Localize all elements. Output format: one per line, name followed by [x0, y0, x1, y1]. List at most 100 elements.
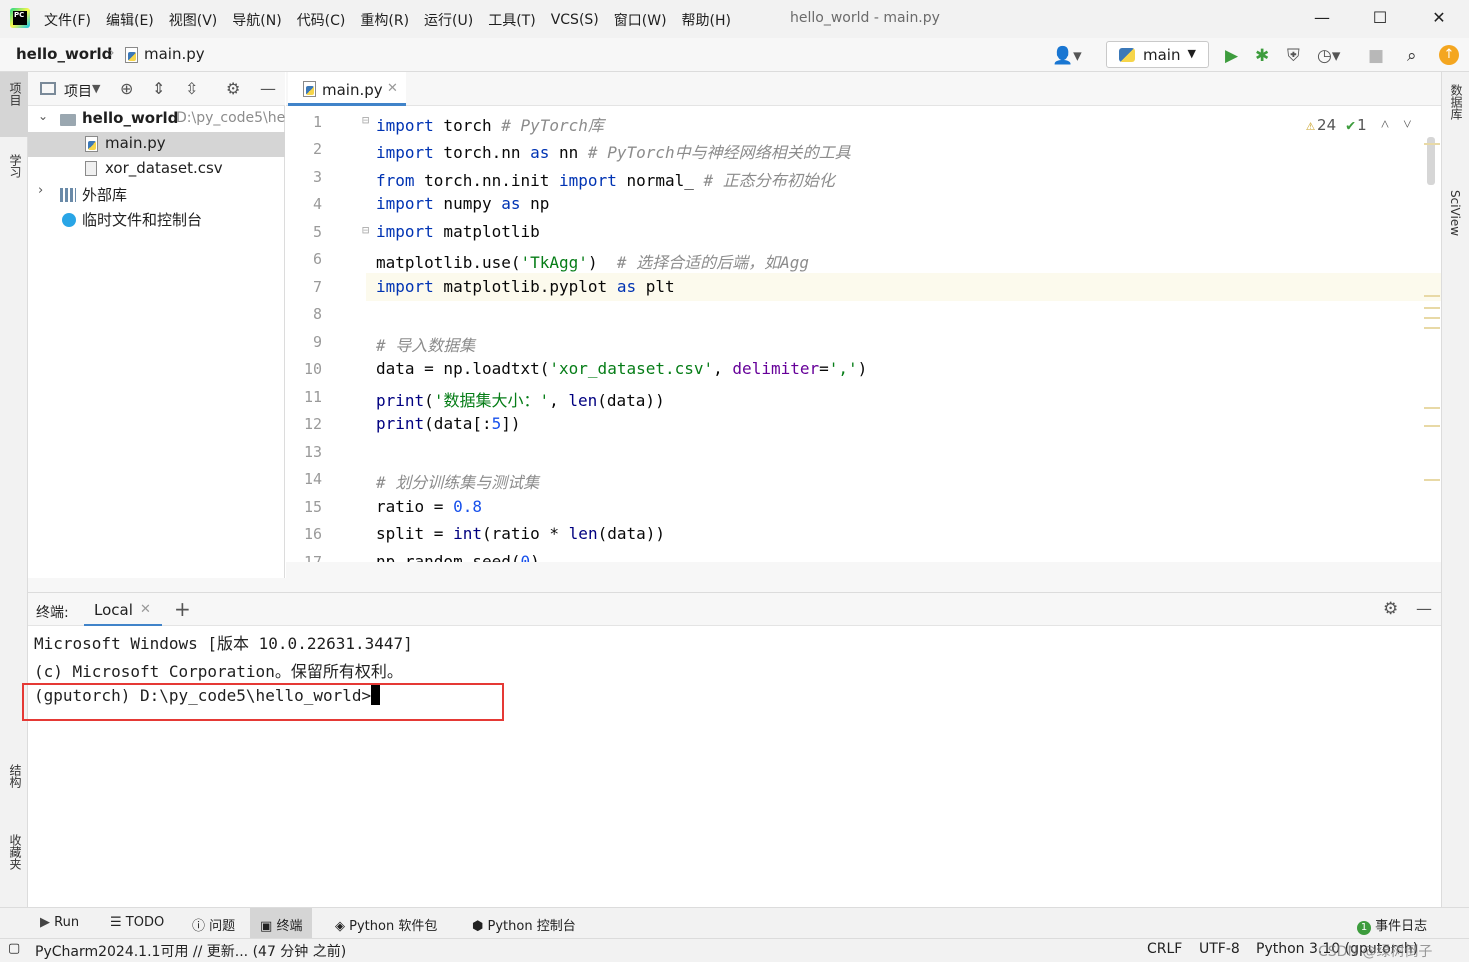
- run-icon[interactable]: ▶: [1225, 46, 1238, 66]
- code-line-17: np.random.seed(0): [376, 552, 540, 562]
- stop-icon[interactable]: ■: [1368, 46, 1384, 66]
- stripe-favorites[interactable]: 收藏夹: [7, 834, 24, 870]
- breadcrumb-project[interactable]: hello_world: [16, 45, 112, 63]
- maximize-button[interactable]: ☐: [1370, 8, 1390, 28]
- search-icon[interactable]: ⌕: [1407, 46, 1417, 66]
- tool-problems-label: 问题: [209, 919, 236, 934]
- project-view-selector[interactable]: 项目: [64, 81, 92, 101]
- tree-item-path: D:\py_code5\he: [176, 110, 285, 126]
- tree-item-scratches[interactable]: 临时文件和控制台: [28, 207, 285, 232]
- line-number: 11: [303, 388, 322, 406]
- menu-window[interactable]: 窗口(W): [614, 10, 667, 30]
- debug-icon[interactable]: ✱: [1255, 46, 1269, 66]
- stripe-structure[interactable]: 结构: [7, 764, 24, 788]
- collapse-all-icon[interactable]: ⇳: [185, 79, 198, 98]
- gear-icon[interactable]: ⚙: [1383, 599, 1398, 619]
- menu-refactor[interactable]: 重构(R): [360, 10, 409, 30]
- user-icon[interactable]: 👤▾: [1052, 46, 1082, 66]
- tool-todo[interactable]: ☰ TODO: [110, 915, 164, 930]
- terminal-title: 终端:: [36, 605, 69, 621]
- chevron-down-icon[interactable]: ˅: [1403, 115, 1411, 134]
- tab-main-py[interactable]: main.py ✕: [288, 72, 406, 106]
- minimize-button[interactable]: —: [1312, 8, 1332, 28]
- tool-python-console-label: Python 控制台: [487, 919, 576, 934]
- tree-item-label: 临时文件和控制台: [82, 211, 203, 229]
- code-line-7: import matplotlib.pyplot as plt: [376, 277, 675, 296]
- update-icon[interactable]: ↑: [1439, 45, 1459, 65]
- fold-icon[interactable]: ⊟: [362, 223, 369, 237]
- locate-icon[interactable]: ⊕: [120, 79, 133, 98]
- code-line-10: data = np.loadtxt('xor_dataset.csv', del…: [376, 359, 868, 378]
- marker-stripe: [1424, 407, 1440, 409]
- stripe-sciview[interactable]: SciView: [1448, 190, 1462, 236]
- tool-python-packages[interactable]: ◈ Python 软件包: [335, 915, 437, 934]
- tool-run[interactable]: ▶ Run: [40, 915, 79, 930]
- menu-navigate[interactable]: 导航(N): [232, 10, 281, 30]
- menu-view[interactable]: 视图(V): [169, 10, 218, 30]
- fold-icon[interactable]: ⊟: [362, 113, 369, 127]
- code-line-5: import matplotlib: [376, 222, 540, 241]
- code-line-2: import torch.nn as nn # PyTorch中与神经网络相关的…: [376, 143, 851, 162]
- coverage-icon[interactable]: ⛨: [1287, 46, 1300, 66]
- menu-code[interactable]: 代码(C): [297, 10, 346, 30]
- chevron-down-icon[interactable]: ▼: [92, 82, 100, 95]
- menu-edit[interactable]: 编辑(E): [106, 10, 154, 30]
- tool-terminal[interactable]: ▣ 终端: [250, 908, 313, 939]
- add-terminal-icon[interactable]: +: [174, 597, 191, 621]
- breadcrumb-file[interactable]: main.py: [144, 45, 205, 63]
- scratches-icon: [62, 213, 76, 227]
- chevron-down-icon: ▼: [1187, 47, 1196, 60]
- file-encoding[interactable]: UTF-8: [1199, 941, 1240, 957]
- line-separator[interactable]: CRLF: [1147, 941, 1182, 957]
- line-number: 13: [303, 443, 322, 461]
- tool-python-console[interactable]: ⬢ Python 控制台: [472, 915, 576, 934]
- chevron-down-icon[interactable]: ⌄: [38, 109, 48, 123]
- menu-file[interactable]: 文件(F): [44, 10, 91, 30]
- tree-item-external-libs[interactable]: › 外部库: [28, 182, 285, 207]
- watermark: CSDN @绿树倒子: [1318, 944, 1433, 960]
- close-tab-icon[interactable]: ✕: [387, 81, 398, 96]
- hide-icon[interactable]: —: [1416, 599, 1432, 618]
- title-bar: PC 文件(F) 编辑(E) 视图(V) 导航(N) 代码(C) 重构(R) 运…: [0, 0, 1469, 38]
- project-divider: [28, 578, 286, 592]
- tool-problems[interactable]: ⓘ 问题: [192, 915, 235, 934]
- terminal-line: Microsoft Windows [版本 10.0.22631.3447]: [34, 634, 413, 653]
- tool-event-log[interactable]: 1 事件日志: [1357, 915, 1427, 935]
- annotation-highlight-box: [22, 683, 504, 721]
- close-button[interactable]: ✕: [1429, 8, 1449, 28]
- list-icon: ☰: [110, 915, 122, 930]
- chevron-right-icon[interactable]: ›: [38, 183, 43, 198]
- line-number: 7: [312, 278, 322, 296]
- tool-run-label: Run: [54, 915, 80, 930]
- close-tab-icon[interactable]: ✕: [140, 602, 151, 617]
- expand-all-icon[interactable]: ⇕: [152, 79, 165, 98]
- tree-item-main-py[interactable]: main.py: [28, 132, 285, 157]
- stripe-project[interactable]: 项目: [7, 82, 24, 106]
- menu-help[interactable]: 帮助(H): [682, 10, 731, 30]
- status-message[interactable]: PyCharm2024.1.1可用 // 更新... (47 分钟 之前): [35, 941, 346, 961]
- hide-icon[interactable]: —: [260, 79, 276, 98]
- navigation-bar: hello_world › main.py 👤▾ main ▼ ▶ ✱ ⛨ ◷▾…: [0, 38, 1469, 72]
- tab-local[interactable]: Local ✕: [84, 593, 162, 627]
- code-line-3: from torch.nn.init import normal_ # 正态分布…: [376, 171, 835, 190]
- run-config-selector[interactable]: main ▼: [1106, 41, 1209, 68]
- panel-toggle-icon[interactable]: ▢: [8, 941, 20, 956]
- profile-icon[interactable]: ◷▾: [1317, 46, 1340, 66]
- marker-stripe: [1424, 143, 1440, 145]
- code-editor[interactable]: 1 2 3 4 5 6 7 8 9 10 11 12 13 14 15 16 1…: [286, 107, 1441, 562]
- tree-item-root[interactable]: ⌄ hello_world D:\py_code5\he: [28, 107, 285, 132]
- menu-tools[interactable]: 工具(T): [488, 10, 535, 30]
- terminal-output[interactable]: Microsoft Windows [版本 10.0.22631.3447] (…: [22, 626, 1441, 907]
- stripe-learn[interactable]: 学习: [7, 154, 24, 178]
- inspection-widget[interactable]: ⚠ 24 ✔ 1 ˄ ˅: [1306, 115, 1412, 134]
- code-line-11: print('数据集大小：', len(data)): [376, 391, 665, 410]
- line-number: 10: [303, 360, 322, 378]
- status-bar: ▢ PyCharm2024.1.1可用 // 更新... (47 分钟 之前) …: [0, 938, 1469, 962]
- gear-icon[interactable]: ⚙: [226, 79, 240, 98]
- menu-run[interactable]: 运行(U): [424, 10, 473, 30]
- chevron-up-icon[interactable]: ˄: [1381, 115, 1389, 134]
- menu-vcs[interactable]: VCS(S): [551, 12, 599, 28]
- editor-divider: [286, 562, 1441, 592]
- tree-item-xor-dataset[interactable]: xor_dataset.csv: [28, 157, 285, 182]
- stripe-database[interactable]: 数据库: [1448, 84, 1465, 120]
